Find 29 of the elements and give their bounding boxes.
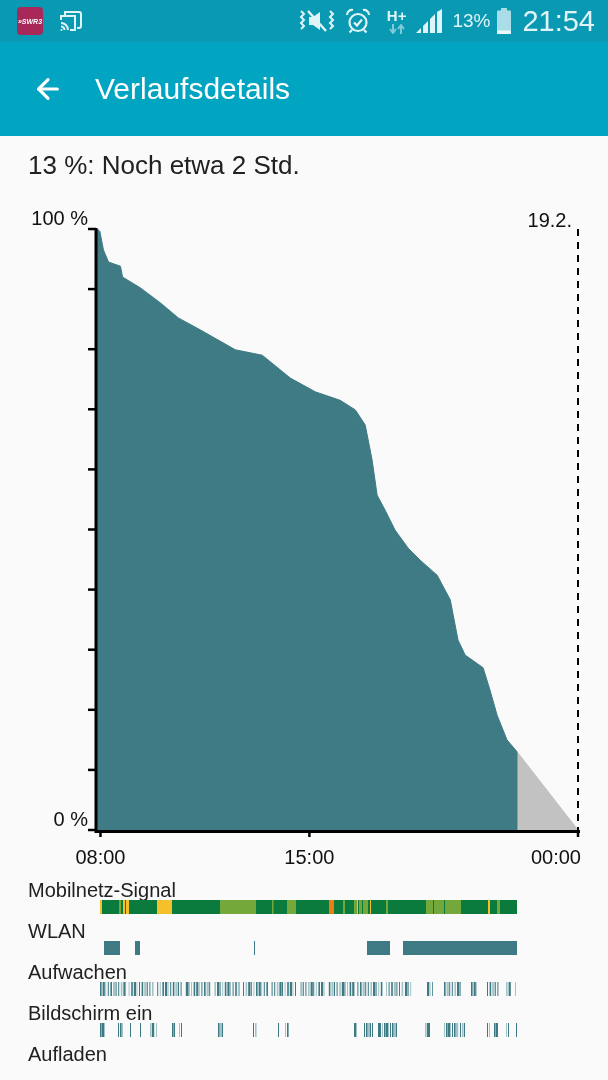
network-type-label: H+ (386, 8, 407, 24)
axis-label: 08:00 (75, 846, 126, 868)
axis-label: 0 % (53, 808, 88, 830)
signal-segment (220, 900, 256, 914)
axis-label: 00:00 (530, 846, 581, 868)
alarm-clock-icon (344, 8, 371, 34)
data-arrows-icon (388, 24, 405, 34)
axis-label: 15:00 (284, 846, 335, 868)
timeline-label: Bildschirm ein (28, 1003, 153, 1023)
date-label: 19.2. (527, 209, 572, 231)
cast-icon (59, 10, 83, 32)
signal-segment (329, 900, 334, 914)
battery-estimate-text: 13 %: Noch etwa 2 Std. (28, 150, 300, 180)
clock-time: 21:54 (522, 5, 595, 37)
signal-bars-icon (415, 9, 444, 33)
axis-label: 100 % (31, 207, 88, 229)
signal-segment (157, 900, 172, 914)
timeline-label: Mobilnetz-Signal (28, 880, 176, 900)
wlan-bar (135, 941, 140, 955)
signal-segment (497, 900, 500, 914)
timeline-label: WLAN (28, 921, 86, 941)
timeline-label: Aufladen (28, 1044, 107, 1064)
wlan-bar (367, 941, 390, 955)
screen-title: Verlaufsdetails (95, 71, 291, 107)
battery-percent: 13% (452, 10, 491, 32)
timeline-label: Aufwachen (28, 962, 127, 982)
battery-icon (497, 8, 512, 34)
wlan-bar (104, 941, 120, 955)
signal-segment (287, 900, 296, 914)
